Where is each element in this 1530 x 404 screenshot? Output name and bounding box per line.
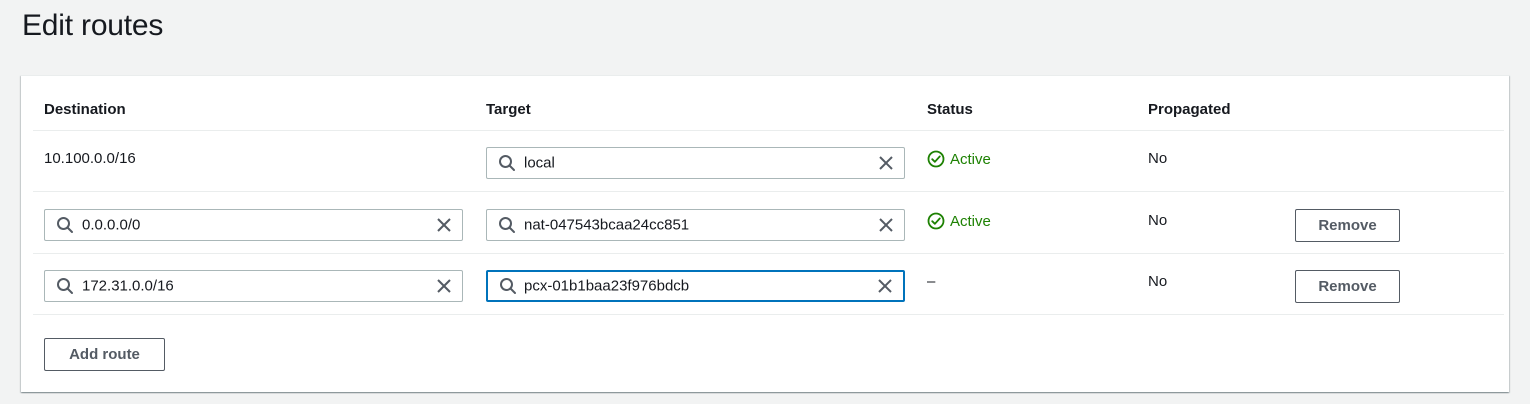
destination-input[interactable]: 0.0.0.0/0 bbox=[44, 209, 463, 241]
status-badge: Active bbox=[927, 212, 991, 230]
column-header-propagated: Propagated bbox=[1148, 101, 1231, 118]
status-badge: Active bbox=[927, 150, 991, 168]
search-icon bbox=[57, 278, 73, 294]
search-icon bbox=[57, 217, 73, 233]
column-header-status: Status bbox=[927, 101, 973, 118]
routes-table-panel: Destination Target Status Propagated 10.… bbox=[21, 75, 1509, 392]
check-circle-icon bbox=[927, 150, 945, 168]
row-divider bbox=[33, 130, 1504, 131]
remove-route-button[interactable]: Remove bbox=[1295, 209, 1400, 242]
remove-route-button[interactable]: Remove bbox=[1295, 270, 1400, 303]
close-icon[interactable] bbox=[435, 277, 453, 295]
target-input[interactable]: pcx-01b1baa23f976bdcb bbox=[486, 270, 905, 302]
row-divider bbox=[33, 253, 1504, 254]
target-input[interactable]: nat-047543bcaa24cc851 bbox=[486, 209, 905, 241]
close-icon[interactable] bbox=[877, 154, 895, 172]
column-header-destination: Destination bbox=[44, 101, 126, 118]
row-divider bbox=[33, 191, 1504, 192]
column-header-target: Target bbox=[486, 101, 531, 118]
check-circle-icon bbox=[927, 212, 945, 230]
destination-input[interactable]: 172.31.0.0/16 bbox=[44, 270, 463, 302]
target-value: local bbox=[524, 154, 555, 172]
propagated-text: No bbox=[1148, 273, 1168, 290]
row-divider bbox=[33, 314, 1504, 315]
status-text: – bbox=[927, 273, 936, 290]
search-icon bbox=[500, 278, 516, 294]
search-icon bbox=[499, 155, 515, 171]
destination-value: 0.0.0.0/0 bbox=[82, 216, 141, 234]
close-icon[interactable] bbox=[435, 216, 453, 234]
close-icon[interactable] bbox=[876, 277, 894, 295]
destination-value: 172.31.0.0/16 bbox=[82, 277, 174, 295]
search-icon bbox=[499, 217, 515, 233]
close-icon[interactable] bbox=[877, 216, 895, 234]
add-route-button[interactable]: Add route bbox=[44, 338, 165, 371]
propagated-text: No bbox=[1148, 212, 1168, 229]
page-title: Edit routes bbox=[22, 9, 164, 42]
destination-text: 10.100.0.0/16 bbox=[44, 150, 136, 167]
target-value: pcx-01b1baa23f976bdcb bbox=[524, 277, 690, 295]
propagated-text: No bbox=[1148, 150, 1168, 167]
target-input[interactable]: local bbox=[486, 147, 905, 179]
target-value: nat-047543bcaa24cc851 bbox=[524, 216, 690, 234]
status-text: Active bbox=[950, 212, 991, 230]
status-text: Active bbox=[950, 150, 991, 168]
